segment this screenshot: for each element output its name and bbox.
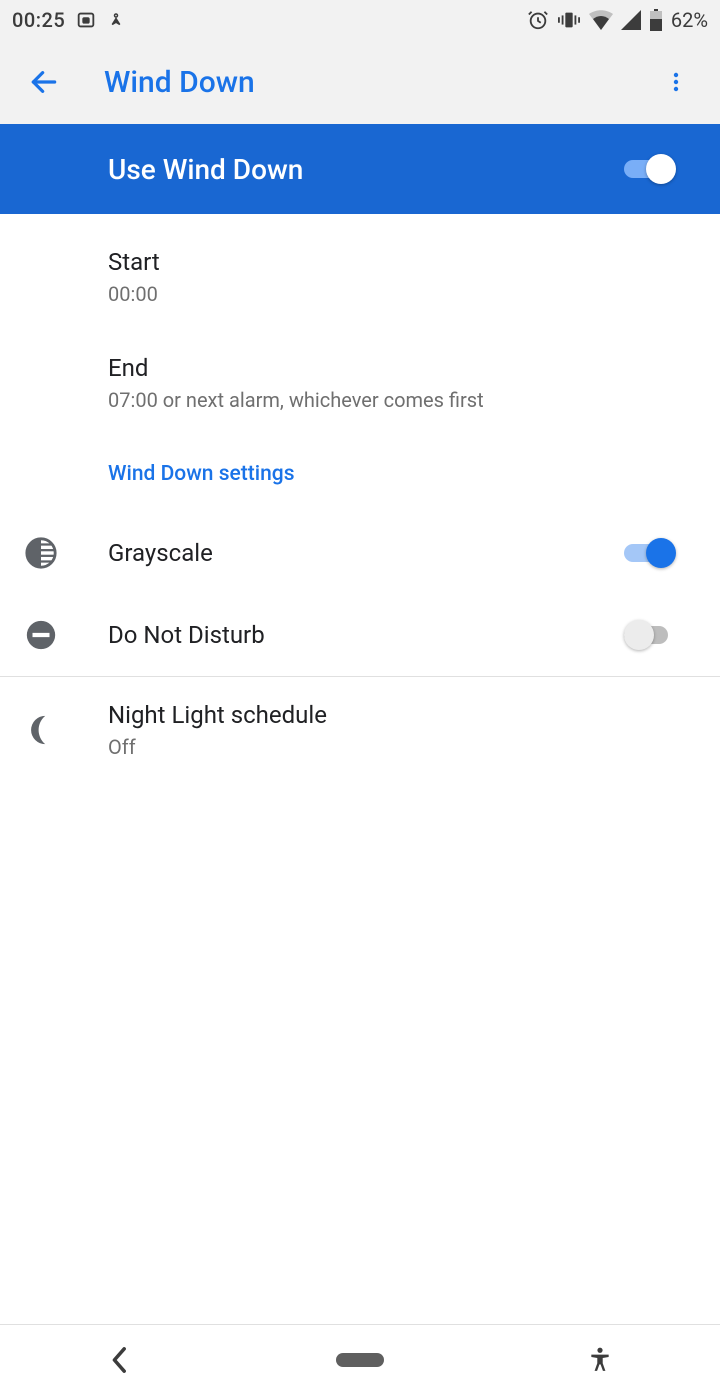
status-bar: 00:25 bbox=[0, 0, 720, 40]
chevron-left-icon bbox=[110, 1346, 130, 1374]
night-light-value: Off bbox=[108, 735, 676, 759]
nav-home-button[interactable] bbox=[300, 1353, 420, 1367]
grayscale-label: Grayscale bbox=[108, 539, 624, 567]
more-vert-icon bbox=[664, 70, 688, 94]
start-label: Start bbox=[108, 248, 676, 276]
end-label: End bbox=[108, 354, 676, 382]
navigation-bar bbox=[0, 1324, 720, 1394]
grayscale-toggle[interactable] bbox=[624, 538, 676, 568]
nav-back-button[interactable] bbox=[60, 1346, 180, 1374]
start-value: 00:00 bbox=[108, 282, 676, 306]
alarm-icon bbox=[527, 9, 549, 31]
page-title: Wind Down bbox=[104, 65, 652, 100]
section-header: Wind Down settings bbox=[0, 436, 720, 512]
nav-accessibility-button[interactable] bbox=[540, 1346, 660, 1374]
start-time-row[interactable]: Start 00:00 bbox=[0, 224, 720, 330]
moon-icon bbox=[24, 713, 58, 747]
master-switch-toggle[interactable] bbox=[624, 154, 676, 184]
end-time-row[interactable]: End 07:00 or next alarm, whichever comes… bbox=[0, 330, 720, 436]
overflow-menu-button[interactable] bbox=[652, 58, 700, 106]
wifi-icon bbox=[589, 10, 613, 30]
dnd-toggle[interactable] bbox=[624, 620, 676, 650]
vibrate-icon bbox=[557, 9, 581, 31]
night-light-row[interactable]: Night Light schedule Off bbox=[0, 677, 720, 783]
master-switch-row[interactable]: Use Wind Down bbox=[0, 124, 720, 214]
accessibility-icon bbox=[587, 1346, 613, 1374]
tonality-icon bbox=[24, 536, 58, 570]
master-switch-label: Use Wind Down bbox=[108, 153, 303, 186]
status-clock: 00:25 bbox=[12, 8, 65, 32]
location-icon bbox=[107, 9, 125, 31]
home-pill-icon bbox=[336, 1353, 384, 1367]
settings-list: Start 00:00 End 07:00 or next alarm, whi… bbox=[0, 214, 720, 783]
night-light-label: Night Light schedule bbox=[108, 701, 676, 729]
do-not-disturb-icon bbox=[24, 618, 58, 652]
battery-icon bbox=[649, 9, 663, 31]
back-button[interactable] bbox=[20, 58, 68, 106]
cellular-icon bbox=[621, 10, 641, 30]
end-value: 07:00 or next alarm, whichever comes fir… bbox=[108, 388, 676, 412]
vpn-lock-icon bbox=[75, 9, 97, 31]
dnd-row[interactable]: Do Not Disturb bbox=[0, 594, 720, 676]
grayscale-row[interactable]: Grayscale bbox=[0, 512, 720, 594]
app-bar: Wind Down bbox=[0, 40, 720, 124]
battery-percent: 62% bbox=[671, 8, 708, 32]
dnd-label: Do Not Disturb bbox=[108, 621, 624, 649]
arrow-left-icon bbox=[28, 66, 60, 98]
